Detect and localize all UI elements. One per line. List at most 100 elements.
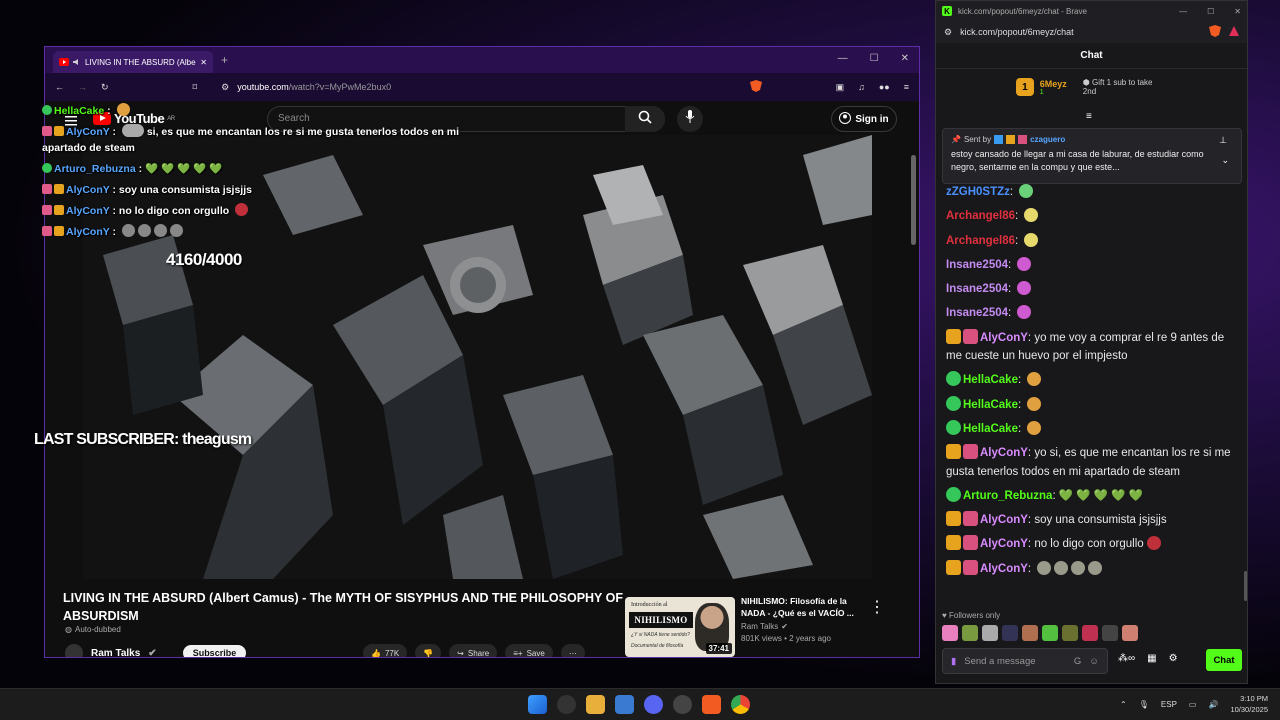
- close-icon[interactable]: ✕: [901, 53, 909, 64]
- emoji-icon[interactable]: ☺: [1089, 656, 1099, 667]
- sub-badge-icon: [963, 328, 978, 344]
- url-field[interactable]: ⚙ youtube.com/watch?v=MyPwMe2bux0: [221, 82, 735, 93]
- subscribe-button[interactable]: Subscribe: [182, 645, 247, 657]
- chevron-down-icon[interactable]: ⌄: [1221, 155, 1229, 166]
- chat-username[interactable]: Insane2504: [946, 307, 1008, 319]
- recommended-thumbnail[interactable]: Introducción al NIHILISMO ¿Y si NADA tie…: [625, 597, 735, 657]
- search-icon[interactable]: [557, 695, 576, 714]
- back-icon[interactable]: ←: [55, 82, 64, 92]
- like-button[interactable]: 👍 77K: [363, 644, 408, 657]
- emote-icon[interactable]: [962, 625, 978, 641]
- emote-icon[interactable]: [1082, 625, 1098, 641]
- store-icon[interactable]: [615, 695, 634, 714]
- discord-icon[interactable]: [644, 695, 663, 714]
- menu-icon[interactable]: ≡: [904, 82, 909, 92]
- new-tab-button[interactable]: +: [221, 53, 228, 67]
- channel-avatar[interactable]: [65, 644, 83, 657]
- extensions-icon[interactable]: ●●: [879, 82, 890, 92]
- gift-sub-cta[interactable]: ⬢ Gift 1 sub to take 2nd: [1083, 78, 1167, 96]
- chevron-up-icon[interactable]: ⌃: [1120, 700, 1127, 709]
- forward-icon[interactable]: →: [78, 82, 87, 92]
- minimize-icon[interactable]: —: [1179, 7, 1187, 16]
- dislike-button[interactable]: 👎: [415, 644, 442, 657]
- chat-username[interactable]: Archangel86: [946, 235, 1015, 247]
- chat-username[interactable]: AlyConY: [980, 332, 1028, 344]
- brave-shield-icon[interactable]: [749, 80, 762, 94]
- emote-icon[interactable]: [1022, 625, 1038, 641]
- close-icon[interactable]: ✕: [1234, 7, 1241, 16]
- overlay-chat-line: Arturo_Rebuzna : 💚 💚 💚 💚 💚: [42, 161, 482, 177]
- site-info-icon[interactable]: ⚙: [221, 82, 229, 93]
- bookmark-icon[interactable]: ⌑: [193, 82, 198, 93]
- kick-url[interactable]: kick.com/popout/6meyz/chat: [960, 27, 1201, 37]
- chat-username[interactable]: Archangel86: [946, 210, 1015, 222]
- app-icon[interactable]: [673, 695, 692, 714]
- volume-icon[interactable]: 🔊: [1208, 700, 1218, 709]
- chat-username[interactable]: AlyConY: [980, 447, 1028, 459]
- emote-icon[interactable]: [1122, 625, 1138, 641]
- send-chat-button[interactable]: Chat: [1206, 649, 1242, 671]
- chat-username[interactable]: Insane2504: [946, 283, 1008, 295]
- emote-icon: [1027, 372, 1042, 387]
- emote-icon[interactable]: [1042, 625, 1058, 641]
- pinned-username[interactable]: czaguero: [1030, 135, 1065, 144]
- chat-username[interactable]: Arturo_Rebuzna: [963, 490, 1052, 502]
- microphone-icon[interactable]: ▮: [951, 656, 956, 667]
- pinned-message[interactable]: 📌 Sent by czaguero estoy cansado de lleg…: [942, 128, 1242, 184]
- kicks-icon[interactable]: ⁂∞: [1118, 653, 1135, 664]
- share-button[interactable]: ↪ Share: [449, 644, 498, 657]
- search-button[interactable]: [625, 106, 665, 132]
- chat-username[interactable]: HellaCake: [963, 399, 1018, 411]
- microphone-icon[interactable]: 🎙: [1139, 700, 1149, 709]
- channel-name[interactable]: Ram Talks: [91, 648, 140, 658]
- browser-tab-youtube[interactable]: LIVING IN THE ABSURD (Albe ✕: [53, 51, 213, 73]
- chat-username[interactable]: zZGH0STZz: [946, 186, 1010, 198]
- chat-message-input[interactable]: ▮ Send a message G ☺: [942, 648, 1108, 674]
- network-icon[interactable]: ▭: [1189, 700, 1197, 709]
- close-tab-icon[interactable]: ✕: [200, 58, 207, 67]
- chat-scrollbar[interactable]: [1244, 571, 1247, 601]
- save-button[interactable]: ≡+ Save: [505, 644, 553, 657]
- chat-username[interactable]: HellaCake: [963, 423, 1018, 435]
- site-info-icon[interactable]: ⚙: [944, 27, 952, 38]
- emote-icon[interactable]: [1002, 625, 1018, 641]
- settings-icon[interactable]: ⚙: [1169, 653, 1178, 664]
- brave-icon[interactable]: [702, 695, 721, 714]
- chat-username[interactable]: HellaCake: [963, 374, 1018, 386]
- picture-in-picture-icon[interactable]: ▣: [836, 82, 845, 93]
- chrome-icon[interactable]: [731, 695, 750, 714]
- store-icon[interactable]: ▦: [1147, 653, 1156, 664]
- chat-username[interactable]: AlyConY: [980, 538, 1028, 550]
- sign-in-button[interactable]: Sign in: [831, 106, 897, 132]
- chat-username[interactable]: AlyConY: [980, 514, 1028, 526]
- emote-icon[interactable]: [982, 625, 998, 641]
- music-icon[interactable]: ♫: [858, 82, 865, 92]
- minimize-icon[interactable]: —: [838, 53, 848, 64]
- gift-leader-name[interactable]: 6Meyz: [1040, 79, 1067, 89]
- more-actions-button[interactable]: ⋯: [560, 644, 585, 657]
- recommended-video[interactable]: Introducción al NIHILISMO ¿Y si NADA tie…: [625, 595, 905, 657]
- recommended-channel[interactable]: Ram Talks: [741, 622, 778, 631]
- pin-toggle-icon[interactable]: ⊥: [1219, 135, 1227, 146]
- clock[interactable]: 3:10 PM 10/30/2025: [1230, 693, 1268, 715]
- page-scrollbar[interactable]: [911, 145, 917, 655]
- collapse-toggle-icon[interactable]: ≡: [1086, 111, 1092, 122]
- file-explorer-icon[interactable]: [586, 695, 605, 714]
- emote-icon[interactable]: [1102, 625, 1118, 641]
- more-options-icon[interactable]: ⋮: [869, 597, 885, 617]
- recommended-title[interactable]: NIHILISMO: Filosofía de la NADA - ¿Qué e…: [741, 595, 871, 619]
- brave-rewards-icon[interactable]: [1229, 26, 1239, 38]
- emote-icon[interactable]: [942, 625, 958, 641]
- brave-shield-icon[interactable]: [1209, 25, 1221, 39]
- reload-icon[interactable]: ↻: [101, 82, 109, 93]
- maximize-icon[interactable]: ☐: [870, 53, 879, 64]
- start-icon[interactable]: [528, 695, 547, 714]
- translate-icon[interactable]: G: [1074, 656, 1081, 667]
- chat-username[interactable]: Insane2504: [946, 259, 1008, 271]
- chat-username[interactable]: AlyConY: [980, 563, 1028, 575]
- scrollbar-thumb[interactable]: [911, 155, 916, 245]
- voice-search-button[interactable]: [677, 106, 703, 132]
- input-language[interactable]: ESP: [1161, 700, 1177, 709]
- maximize-icon[interactable]: ☐: [1207, 7, 1214, 16]
- emote-icon[interactable]: [1062, 625, 1078, 641]
